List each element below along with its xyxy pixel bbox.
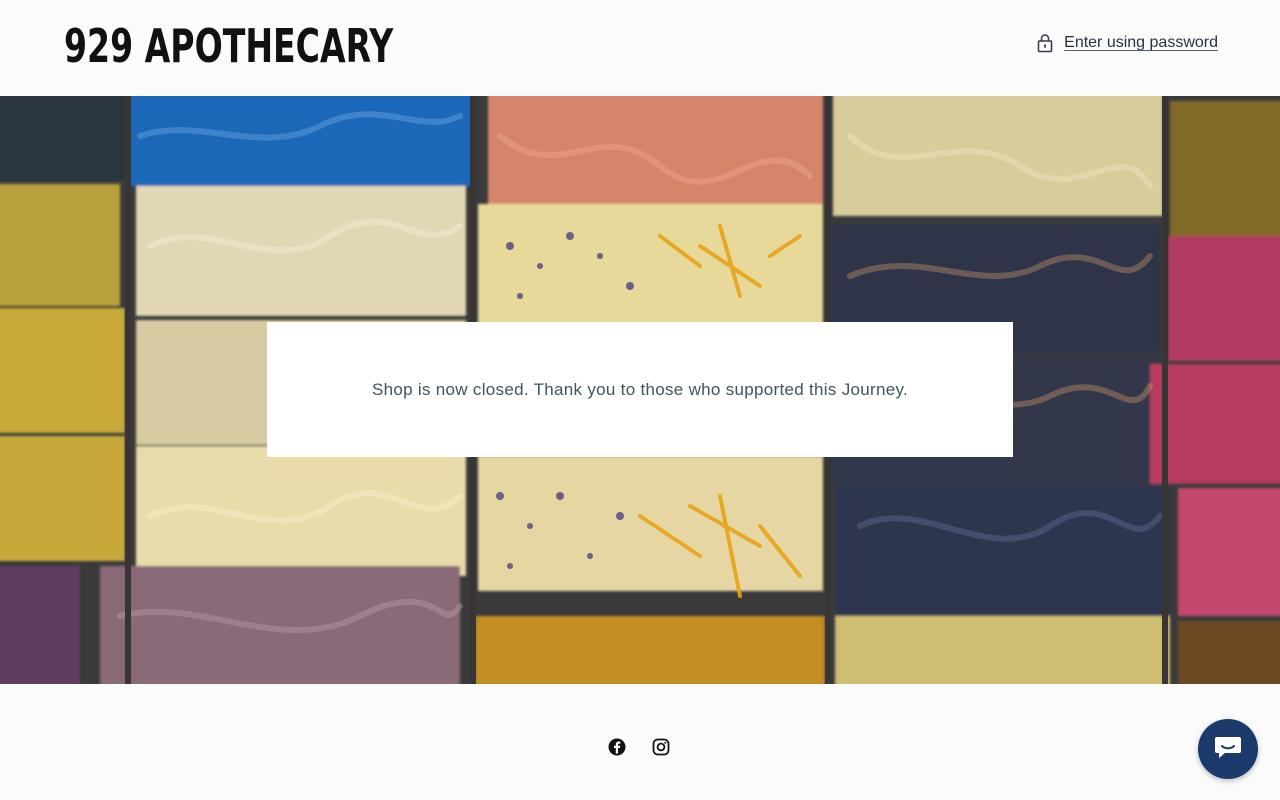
instagram-icon[interactable] [652, 738, 670, 756]
closed-message: Shop is now closed. Thank you to those w… [371, 379, 909, 399]
chat-icon [1213, 733, 1243, 766]
facebook-icon[interactable] [608, 738, 626, 756]
social-links [608, 738, 670, 756]
enter-password-link[interactable]: Enter using password [1036, 33, 1218, 53]
hero-banner: Shop is now closed. Thank you to those w… [0, 96, 1280, 684]
chat-button[interactable] [1198, 719, 1258, 779]
site-header: 929 APOTHECARY Enter using password [0, 0, 1280, 96]
site-footer [0, 684, 1280, 800]
password-link-label: Enter using password [1064, 34, 1218, 51]
closed-notice-box: Shop is now closed. Thank you to those w… [267, 322, 1013, 457]
brand-logo[interactable]: 929 APOTHECARY [64, 20, 393, 72]
lock-icon [1036, 33, 1054, 53]
